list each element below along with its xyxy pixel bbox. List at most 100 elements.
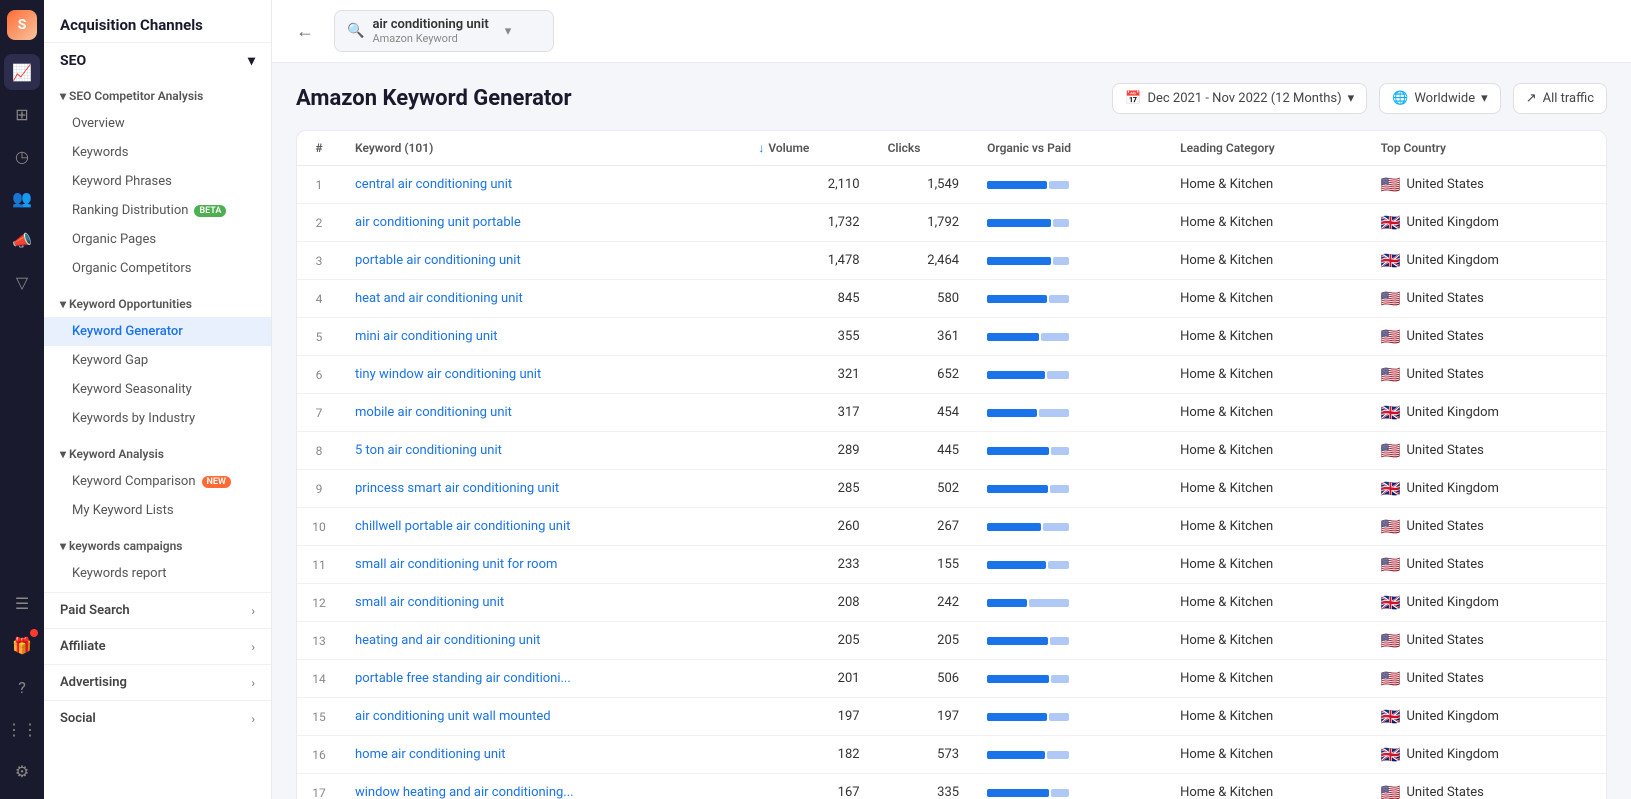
nav-settings-icon[interactable]: ⚙ (4, 753, 40, 789)
cell-keyword[interactable]: window heating and air conditioning... (341, 774, 744, 799)
nav-funnel-icon[interactable]: ▽ (4, 264, 40, 300)
location-filter[interactable]: 🌐 Worldwide ▾ (1379, 83, 1501, 114)
cell-clicks: 1,792 (874, 204, 974, 242)
cell-keyword[interactable]: air conditioning unit portable (341, 204, 744, 242)
sidebar-item-keyword-generator[interactable]: Keyword Generator (44, 317, 271, 346)
cell-category: Home & Kitchen (1166, 584, 1366, 622)
cell-keyword[interactable]: mini air conditioning unit (341, 318, 744, 356)
country-name: United States (1406, 633, 1483, 648)
cell-volume: 285 (744, 470, 873, 508)
bar-organic (987, 523, 1041, 531)
bar-container (987, 219, 1077, 227)
col-volume[interactable]: ↓Volume (744, 131, 873, 166)
sidebar-item-advertising[interactable]: Advertising › (44, 664, 271, 700)
page-title: Amazon Keyword Generator (296, 86, 572, 111)
table-row: 3 portable air conditioning unit 1,478 2… (297, 242, 1606, 280)
nav-dashboard-icon[interactable]: ⊞ (4, 96, 40, 132)
cell-keyword[interactable]: home air conditioning unit (341, 736, 744, 774)
cell-keyword[interactable]: tiny window air conditioning unit (341, 356, 744, 394)
date-range-filter[interactable]: 📅 Dec 2021 - Nov 2022 (12 Months) ▾ (1112, 83, 1367, 114)
nav-gift-icon[interactable]: 🎁 (4, 627, 40, 663)
sidebar-item-organic-competitors[interactable]: Organic Competitors (44, 254, 271, 283)
nav-help-icon[interactable]: ? (4, 669, 40, 705)
cell-keyword[interactable]: air conditioning unit wall mounted (341, 698, 744, 736)
sidebar-item-keyword-phrases[interactable]: Keyword Phrases (44, 167, 271, 196)
col-clicks[interactable]: Clicks (874, 131, 974, 166)
nav-seo-icon[interactable]: 📈 (4, 54, 40, 90)
cell-organic-paid (973, 660, 1166, 698)
nav-audience-icon[interactable]: 👥 (4, 180, 40, 216)
cell-clicks: 445 (874, 432, 974, 470)
keywords-campaigns-header[interactable]: ▾ keywords campaigns (44, 533, 271, 559)
seo-competitor-header[interactable]: ▾ SEO Competitor Analysis (44, 83, 271, 109)
cell-country: 🇺🇸 United States (1367, 280, 1606, 318)
sidebar-item-keywords[interactable]: Keywords (44, 138, 271, 167)
cell-clicks: 361 (874, 318, 974, 356)
sidebar-item-keyword-seasonality[interactable]: Keyword Seasonality (44, 375, 271, 404)
cell-organic-paid (973, 736, 1166, 774)
bar-organic (987, 295, 1047, 303)
cell-rank: 5 (297, 318, 341, 356)
cell-keyword[interactable]: chillwell portable air conditioning unit (341, 508, 744, 546)
cell-volume: 2,110 (744, 166, 873, 204)
sidebar-item-ranking-distribution[interactable]: Ranking Distribution BETA (44, 196, 271, 225)
col-keyword[interactable]: Keyword (101) (341, 131, 744, 166)
cell-volume: 289 (744, 432, 873, 470)
app-logo[interactable]: S (7, 10, 37, 40)
search-dropdown-icon[interactable]: ▾ (505, 24, 512, 39)
nav-campaigns-icon[interactable]: 📣 (4, 222, 40, 258)
cell-category: Home & Kitchen (1166, 280, 1366, 318)
sidebar-item-keyword-gap[interactable]: Keyword Gap (44, 346, 271, 375)
cell-keyword[interactable]: portable air conditioning unit (341, 242, 744, 280)
sidebar-item-my-keyword-lists[interactable]: My Keyword Lists (44, 496, 271, 525)
country-name: United States (1406, 291, 1483, 306)
sidebar-item-overview[interactable]: Overview (44, 109, 271, 138)
traffic-label: All traffic (1543, 91, 1594, 106)
sidebar-item-organic-pages[interactable]: Organic Pages (44, 225, 271, 254)
cell-rank: 9 (297, 470, 341, 508)
nav-grid-icon[interactable]: ⋮⋮ (4, 711, 40, 747)
traffic-filter[interactable]: ↗ All traffic (1513, 83, 1607, 114)
sidebar-item-keyword-comparison[interactable]: Keyword Comparison NEW (44, 467, 271, 496)
back-button[interactable]: ← (292, 17, 318, 46)
advertising-label: Advertising (60, 675, 127, 690)
cell-keyword[interactable]: princess smart air conditioning unit (341, 470, 744, 508)
cell-keyword[interactable]: 5 ton air conditioning unit (341, 432, 744, 470)
cell-keyword[interactable]: small air conditioning unit (341, 584, 744, 622)
table-row: 15 air conditioning unit wall mounted 19… (297, 698, 1606, 736)
country-name: United States (1406, 367, 1483, 382)
country-cell: 🇺🇸 United States (1381, 365, 1592, 384)
sidebar-item-social[interactable]: Social › (44, 700, 271, 736)
icon-bar: S 📈 ⊞ ◷ 👥 📣 ▽ ☰ 🎁 ? ⋮⋮ ⚙ (0, 0, 44, 799)
cell-keyword[interactable]: heat and air conditioning unit (341, 280, 744, 318)
cell-keyword[interactable]: mobile air conditioning unit (341, 394, 744, 432)
cell-keyword[interactable]: heating and air conditioning unit (341, 622, 744, 660)
search-bar[interactable]: 🔍 air conditioning unit Amazon Keyword ▾ (334, 10, 554, 52)
bar-paid (1039, 409, 1069, 417)
sidebar-item-keywords-by-industry[interactable]: Keywords by Industry (44, 404, 271, 433)
nav-analytics-icon[interactable]: ◷ (4, 138, 40, 174)
keyword-analysis-header[interactable]: ▾ Keyword Analysis (44, 441, 271, 467)
sidebar-item-affiliate[interactable]: Affiliate › (44, 628, 271, 664)
sidebar-item-keywords-report[interactable]: Keywords report (44, 559, 271, 588)
seo-section-header[interactable]: SEO ▾ (44, 43, 271, 79)
country-name: United Kingdom (1406, 253, 1498, 268)
nav-menu-icon[interactable]: ☰ (4, 585, 40, 621)
cell-clicks: 580 (874, 280, 974, 318)
cell-keyword[interactable]: small air conditioning unit for room (341, 546, 744, 584)
bar-container (987, 713, 1077, 721)
cell-keyword[interactable]: central air conditioning unit (341, 166, 744, 204)
country-flag: 🇺🇸 (1381, 327, 1401, 346)
sidebar-item-paid-search[interactable]: Paid Search › (44, 592, 271, 628)
cell-clicks: 335 (874, 774, 974, 799)
country-name: United States (1406, 557, 1483, 572)
sidebar-title: Acquisition Channels (44, 0, 271, 43)
cell-category: Home & Kitchen (1166, 394, 1366, 432)
cell-keyword[interactable]: portable free standing air conditioni... (341, 660, 744, 698)
cell-rank: 13 (297, 622, 341, 660)
bar-container (987, 295, 1077, 303)
country-cell: 🇬🇧 United Kingdom (1381, 593, 1592, 612)
keyword-opportunities-header[interactable]: ▾ Keyword Opportunities (44, 291, 271, 317)
bar-paid (1050, 485, 1069, 493)
country-name: United Kingdom (1406, 215, 1498, 230)
